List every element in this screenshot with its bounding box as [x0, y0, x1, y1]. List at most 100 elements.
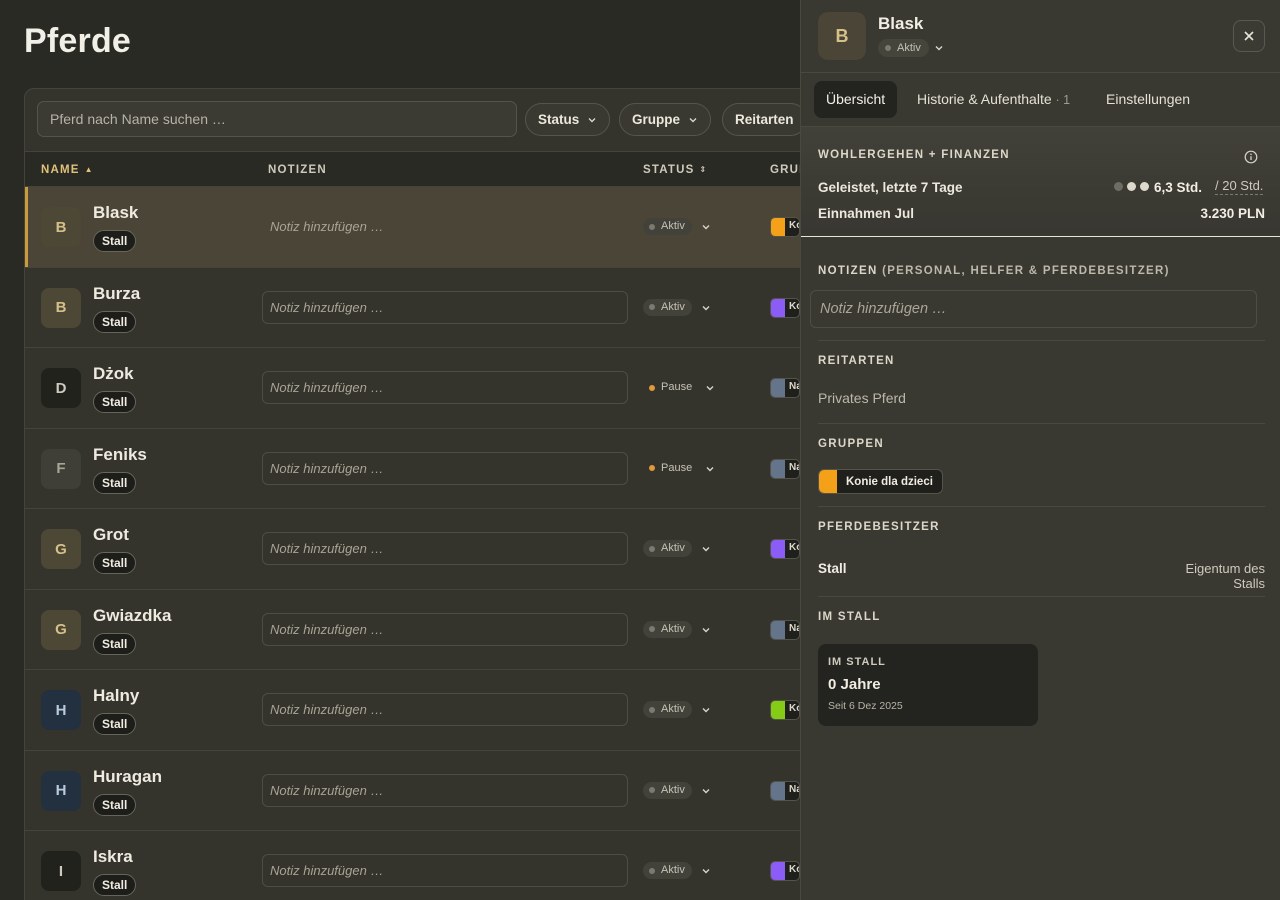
column-header-status[interactable]: STATUS ⇕ [643, 152, 707, 188]
group-label: Na [789, 461, 799, 473]
chevron-down-icon[interactable] [705, 383, 715, 393]
note-input[interactable]: Notiz hinzufügen … [262, 210, 628, 243]
status-badge[interactable]: Aktiv [643, 298, 692, 316]
table-row[interactable]: H Huragan Stall Notiz hinzufügen … Aktiv… [25, 751, 800, 831]
table-row[interactable]: F Feniks Stall Notiz hinzufügen … Pause … [25, 429, 800, 509]
group-chip[interactable]: Ko [770, 297, 800, 318]
group-chip[interactable]: Ko [770, 217, 800, 237]
section-subtitle: (PERSONAL, HELFER & PFERDEBESITZER) [882, 265, 1170, 277]
filter-riding-button[interactable]: Reitarten [722, 103, 800, 136]
sort-asc-icon: ▲ [84, 165, 94, 174]
tab-history[interactable]: Historie & Aufenthalte · 1 [905, 81, 1082, 118]
group-chip[interactable]: Na [770, 619, 800, 640]
status-badge[interactable]: Aktiv [643, 540, 692, 557]
table-row[interactable]: G Gwiazdka Stall Notiz hinzufügen … Akti… [25, 590, 800, 670]
table-row[interactable]: B Blask Stall Notiz hinzufügen … Aktiv K… [25, 187, 800, 268]
status-badge[interactable]: Pause [643, 379, 699, 396]
horse-name: Grot [93, 525, 129, 544]
table-body: B Blask Stall Notiz hinzufügen … Aktiv K… [25, 187, 800, 900]
note-input[interactable]: Notiz hinzufügen … [262, 290, 628, 324]
tab-label: Historie & Aufenthalte [917, 91, 1052, 107]
owner-type: Eigentum des Stalls [1185, 561, 1266, 591]
horse-name: Blask [93, 203, 139, 222]
group-chip[interactable]: Na [770, 458, 800, 479]
table-row[interactable]: H Halny Stall Notiz hinzufügen … Aktiv K… [25, 670, 800, 751]
stall-tag: Stall [93, 874, 137, 896]
status-badge[interactable]: Aktiv [643, 862, 692, 879]
worked-hours-label: Geleistet, letzte 7 Tage [818, 180, 963, 195]
group-color-swatch [771, 540, 785, 558]
divider [818, 506, 1265, 507]
chevron-down-icon[interactable] [701, 544, 711, 554]
status-label: Aktiv [661, 300, 685, 313]
status-dot [649, 304, 655, 310]
stall-tag: Stall [93, 793, 137, 816]
chevron-down-icon[interactable] [701, 625, 711, 635]
status-badge[interactable]: Aktiv [643, 781, 692, 799]
tab-overview[interactable]: Übersicht [814, 81, 898, 118]
table-row[interactable]: I Iskra Stall Notiz hinzufügen … Aktiv K… [25, 831, 800, 900]
table-row[interactable]: G Grot Stall Notiz hinzufügen … Aktiv Ko [25, 509, 800, 590]
notes-input[interactable]: Notiz hinzufügen … [810, 290, 1257, 328]
group-chip[interactable]: Ko [770, 861, 800, 881]
note-input[interactable]: Notiz hinzufügen … [262, 371, 628, 404]
status-dropdown[interactable]: Aktiv [878, 39, 929, 57]
group-color-swatch [771, 459, 785, 478]
divider [818, 596, 1265, 597]
search-input[interactable] [37, 101, 517, 137]
note-input[interactable]: Notiz hinzufügen … [262, 451, 628, 485]
avatar: B [41, 207, 81, 247]
tab-settings[interactable]: Einstellungen [1094, 81, 1202, 118]
table-row[interactable]: B Burza Stall Notiz hinzufügen … Aktiv K… [25, 268, 800, 348]
chevron-down-icon[interactable] [701, 705, 711, 715]
income-label: Einnahmen Jul [818, 206, 915, 221]
column-header-name[interactable]: NAME ▲ [41, 152, 94, 188]
horse-name: Dżok [93, 364, 134, 383]
group-chip[interactable]: Ko [770, 700, 800, 720]
table-row[interactable]: D Dżok Stall Notiz hinzufügen … Pause Na [25, 348, 800, 429]
chevron-down-icon[interactable] [701, 866, 711, 876]
group-color-swatch [771, 379, 785, 397]
chevron-down-icon[interactable] [701, 786, 711, 796]
group-chip[interactable]: Na [770, 378, 800, 398]
horse-name: Halny [93, 686, 140, 705]
group-chip[interactable]: Na [770, 780, 800, 801]
filter-group-button[interactable]: Gruppe [619, 103, 712, 136]
info-icon[interactable] [1244, 150, 1258, 164]
avatar: B [41, 287, 81, 328]
status-label: Aktiv [661, 542, 685, 554]
note-input[interactable]: Notiz hinzufügen … [262, 693, 628, 726]
table-header: NAME ▲ NOTIZEN STATUS ⇕ GRUPPEN [25, 151, 800, 187]
avatar: D [41, 368, 81, 408]
note-input[interactable]: Notiz hinzufügen … [262, 612, 628, 646]
column-label: STATUS [643, 164, 695, 176]
worked-hours-limit[interactable]: / 20 Std. [1215, 178, 1264, 195]
group-label: Ko [789, 300, 799, 312]
section-title: NOTIZEN [818, 265, 878, 277]
chevron-down-icon[interactable] [701, 303, 711, 313]
chevron-down-icon[interactable] [705, 464, 715, 474]
drawer-tabs: Übersicht Historie & Aufenthalte · 1 Ein… [801, 73, 1280, 127]
status-badge[interactable]: Pause [643, 460, 699, 477]
chevron-down-icon[interactable] [934, 43, 944, 53]
note-input[interactable]: Notiz hinzufügen … [262, 773, 628, 807]
status-badge[interactable]: Aktiv [643, 218, 692, 235]
avatar: F [41, 448, 81, 489]
status-badge[interactable]: Aktiv [643, 620, 692, 638]
status-label: Aktiv [661, 783, 685, 796]
horse-name: Burza [93, 283, 141, 303]
note-input[interactable]: Notiz hinzufügen … [262, 854, 628, 887]
avatar: B [818, 12, 866, 60]
stall-tag: Stall [93, 471, 137, 494]
status-badge[interactable]: Aktiv [643, 701, 692, 718]
note-input[interactable]: Notiz hinzufügen … [262, 532, 628, 565]
group-tag[interactable]: Konie dla dzieci [818, 469, 943, 494]
close-button[interactable] [1233, 20, 1265, 52]
divider [818, 340, 1265, 341]
filter-status-button[interactable]: Status [525, 103, 611, 136]
page-title: Pferde [24, 22, 132, 60]
close-icon [1244, 31, 1254, 41]
group-chip[interactable]: Ko [770, 539, 800, 559]
group-color-swatch [771, 862, 785, 880]
chevron-down-icon[interactable] [701, 222, 711, 232]
